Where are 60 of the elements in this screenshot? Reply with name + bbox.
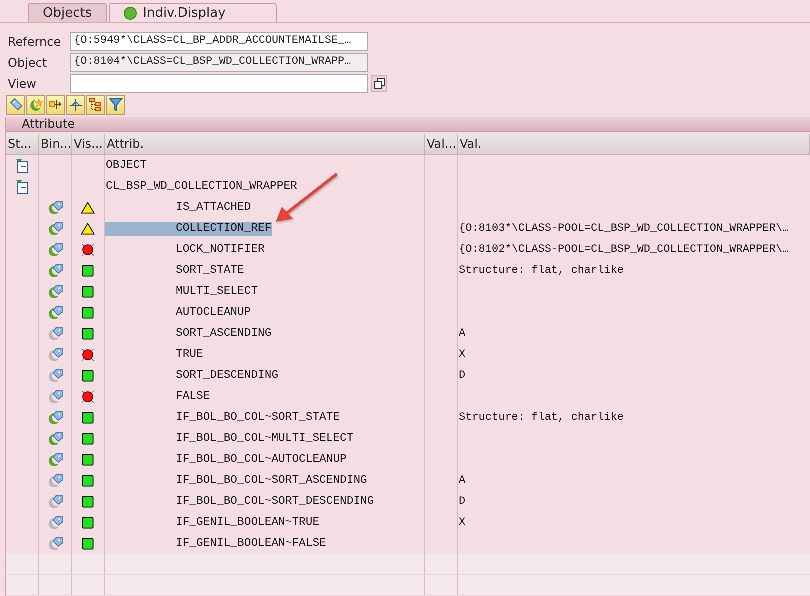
toolbar-button[interactable] [6,95,25,115]
field-label: Object [8,56,48,70]
attribute-name[interactable]: IF_BOL_BO_COL~SORT_STATE [105,410,340,424]
attribute-name[interactable]: IS_ATTACHED [105,200,252,214]
node-icon [15,179,29,194]
attribute-name[interactable]: TRUE [105,348,204,362]
field-label: Refernce [8,34,62,48]
field-label: View [8,76,36,90]
node-icon [15,158,29,173]
status-icon [124,6,138,20]
column-header[interactable]: Bin... [39,134,72,155]
split-icon [68,98,82,112]
hierarchy-icon [88,98,102,112]
attribute-name[interactable]: IF_GENIL_BOOLEAN~FALSE [105,536,326,550]
attribute-name[interactable]: OBJECT [105,158,148,172]
attribute-name[interactable]: SORT_ASCENDING [105,326,272,340]
attribute-name[interactable]: IF_BOL_BO_COL~MULTI_SELECT [105,432,354,446]
attribute-value: D [458,370,466,382]
attribute-name[interactable]: LOCK_NOTIFIER [105,242,265,256]
filter-icon [108,98,122,112]
attribute-value: D [458,496,466,508]
tab[interactable]: Indiv.Display [109,3,277,22]
panel-title: Attribute [6,117,810,132]
copy-button[interactable] [371,75,387,92]
attribute-name[interactable]: IF_GENIL_BOOLEAN~TRUE [105,516,320,530]
column-header[interactable]: Attrib. [105,134,425,155]
toolbar-button[interactable] [66,95,85,115]
attribute-value: X [458,516,466,528]
toolbar-button[interactable] [106,95,125,115]
attribute-value: {O:8102*\CLASS-POOL=CL_BSP_WD_COLLECTION_WRAPPER\… [458,244,790,256]
attribute-name[interactable]: SORT_STATE [105,264,244,278]
attribute-name[interactable]: MULTI_SELECT [105,284,258,298]
attribute-value: A [458,328,466,340]
attribute-name[interactable]: CL_BSP_WD_COLLECTION_WRAPPER [105,180,298,194]
export-icon [48,98,62,112]
toolbar-button[interactable] [46,95,65,115]
attribute-value: Structure: flat, charlike [458,412,624,424]
input-field[interactable]: {O:5949*\CLASS=CL_BP_ADDR_ACCOUNTEMAILSE_… [70,32,368,51]
tag-icon [8,98,22,112]
attribute-name[interactable]: IF_BOL_BO_COL~SORT_DESCENDING [105,494,374,508]
moon-star-icon [28,98,42,112]
attribute-name[interactable]: COLLECTION_REF [105,222,272,236]
attribute-name[interactable]: IF_BOL_BO_COL~SORT_ASCENDING [105,474,368,488]
column-header[interactable]: Val. [458,134,810,155]
attribute-value: X [458,348,466,360]
tab[interactable]: Objects [28,3,108,22]
column-header[interactable]: Val... [425,134,458,155]
attribute-value: A [458,474,466,486]
attribute-value: Structure: flat, charlike [458,264,624,276]
attribute-name[interactable]: IF_BOL_BO_COL~AUTOCLEANUP [105,452,347,466]
copy-icon [374,78,384,89]
attribute-name[interactable]: SORT_DESCENDING [105,368,279,382]
attribute-name[interactable]: AUTOCLEANUP [105,306,252,320]
toolbar-button[interactable] [86,95,105,115]
attribute-name[interactable]: FALSE [105,390,210,404]
input-field[interactable] [70,74,368,93]
column-header[interactable]: Vis... [72,134,105,155]
attribute-value: {O:8103*\CLASS-POOL=CL_BSP_WD_COLLECTION_WRAPPER\… [458,222,790,234]
column-header[interactable]: St... [6,134,39,155]
input-field[interactable]: {O:8104*\CLASS=CL_BSP_WD_COLLECTION_WRAPP… [70,53,368,72]
